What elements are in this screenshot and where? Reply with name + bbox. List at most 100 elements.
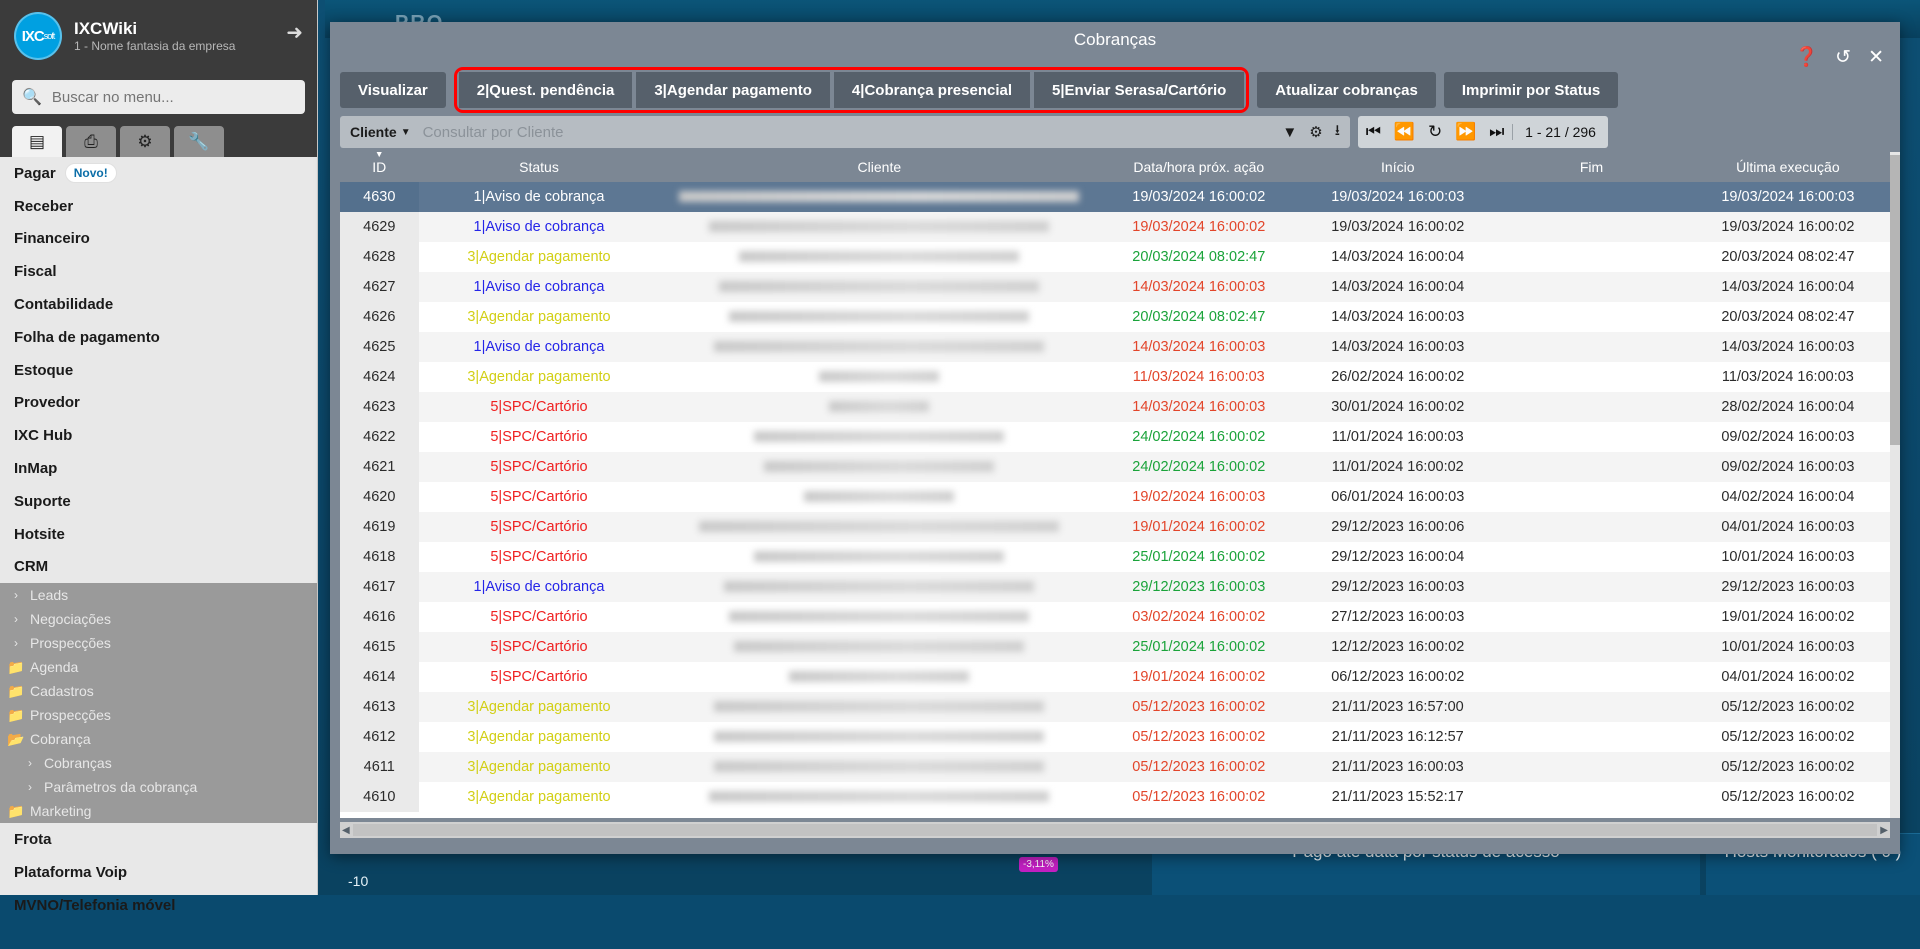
first-page-button[interactable]: ⏮ <box>1358 122 1389 142</box>
cell-status-text: 3|Agendar pagamento <box>467 369 610 385</box>
table-row[interactable]: 46205|SPC/Cartório19/02/2024 16:00:0306/… <box>340 482 1890 512</box>
submenu-item-par-metros-da-cobran-a[interactable]: ›Parâmetros da cobrança <box>0 775 317 799</box>
table-row[interactable]: 46283|Agendar pagamento20/03/2024 08:02:… <box>340 242 1890 272</box>
close-icon[interactable]: ✕ <box>1868 48 1884 67</box>
next-page-button[interactable]: ⏩ <box>1450 122 1481 142</box>
submenu-item-prospec-es[interactable]: ›Prospecções <box>0 631 317 655</box>
filter-field-group[interactable]: Cliente ▼ Consultar por Cliente ▼ ⚙ ⭳ <box>340 116 1350 148</box>
table-row[interactable]: 46195|SPC/Cartório19/01/2024 16:00:0229/… <box>340 512 1890 542</box>
table-row[interactable]: 46165|SPC/Cartório03/02/2024 16:00:0227/… <box>340 602 1890 632</box>
scroll-left-arrow-icon[interactable]: ◀ <box>342 825 350 836</box>
prev-page-button[interactable]: ⏪ <box>1389 122 1420 142</box>
sidebar-item-receber[interactable]: Receber <box>0 190 317 223</box>
sidebar-item-ixc-hub[interactable]: IXC Hub <box>0 419 317 452</box>
gear-icon[interactable]: ⚙ <box>1309 123 1322 141</box>
submenu-item-leads[interactable]: ›Leads <box>0 583 317 607</box>
table-row[interactable]: 46145|SPC/Cartório19/01/2024 16:00:0206/… <box>340 662 1890 692</box>
visualizar-button[interactable]: Visualizar <box>340 72 446 108</box>
table-row[interactable]: 46113|Agendar pagamento05/12/2023 16:00:… <box>340 752 1890 782</box>
filter-search-input[interactable]: Consultar por Cliente <box>423 124 1271 141</box>
column-header-data-hora-pr-x-a-o[interactable]: Data/hora próx. ação <box>1099 152 1298 182</box>
scroll-right-arrow-icon[interactable]: ▶ <box>1880 825 1888 836</box>
column-header-cliente[interactable]: Cliente <box>659 152 1099 182</box>
table-row[interactable]: 46243|Agendar pagamento11/03/2024 16:00:… <box>340 362 1890 392</box>
vertical-scrollbar-thumb[interactable] <box>1890 155 1900 445</box>
table-row[interactable]: 46133|Agendar pagamento05/12/2023 16:00:… <box>340 692 1890 722</box>
help-icon[interactable]: ❓ <box>1794 48 1818 67</box>
table-row[interactable]: 46103|Agendar pagamento05/12/2023 16:00:… <box>340 782 1890 812</box>
table-row[interactable]: 46123|Agendar pagamento05/12/2023 16:00:… <box>340 722 1890 752</box>
history-icon[interactable]: ↺ <box>1835 48 1851 67</box>
last-page-button[interactable]: ⏭ <box>1481 122 1512 142</box>
sidebar-item-hotsite[interactable]: Hotsite <box>0 518 317 551</box>
sidebar-item-pagar[interactable]: PagarNovo! <box>0 157 317 190</box>
sidebar-item-plataforma-voip[interactable]: Plataforma Voip <box>0 856 317 889</box>
sidebar-item-provedor[interactable]: Provedor <box>0 387 317 420</box>
filter-field-caret-icon[interactable]: ▼ <box>401 127 411 138</box>
submenu-item-agenda[interactable]: 📁Agenda <box>0 655 317 679</box>
cell-fim <box>1497 242 1686 272</box>
submenu-item-marketing[interactable]: 📁Marketing <box>0 799 317 823</box>
horizontal-scrollbar-track[interactable] <box>353 824 1878 836</box>
dialog-toolbar: Visualizar 2|Quest. pendência 3|Agendar … <box>340 70 1890 110</box>
table-row[interactable]: 46155|SPC/Cartório25/01/2024 16:00:0212/… <box>340 632 1890 662</box>
sidebar-item-financeiro[interactable]: Financeiro <box>0 223 317 256</box>
table-row[interactable]: 46251|Aviso de cobrança14/03/2024 16:00:… <box>340 332 1890 362</box>
search-input[interactable] <box>50 88 295 107</box>
logout-icon[interactable]: ➜ <box>286 20 303 45</box>
submenu-item-cobran-as[interactable]: ›Cobranças <box>0 751 317 775</box>
table-row[interactable]: 46171|Aviso de cobrança29/12/2023 16:00:… <box>340 572 1890 602</box>
submenu-item-cadastros[interactable]: 📁Cadastros <box>0 679 317 703</box>
sidebar-item-fiscal[interactable]: Fiscal <box>0 255 317 288</box>
table-row[interactable]: 46291|Aviso de cobrança19/03/2024 16:00:… <box>340 212 1890 242</box>
sidebar-item-estoque[interactable]: Estoque <box>0 354 317 387</box>
status-action-5-button[interactable]: 5|Enviar Serasa/Cartório <box>1034 72 1244 108</box>
submenu-item-negocia-es[interactable]: ›Negociações <box>0 607 317 631</box>
chevron-down-icon[interactable]: ▼ <box>1282 124 1297 141</box>
download-icon[interactable]: ⭳ <box>1335 120 1340 145</box>
status-action-3-button[interactable]: 3|Agendar pagamento <box>636 72 830 108</box>
cell-fim <box>1497 332 1686 362</box>
sidebar-item-folha-de-pagamento[interactable]: Folha de pagamento <box>0 321 317 354</box>
cell-id-text: 4625 <box>363 339 395 355</box>
table-row[interactable]: 46263|Agendar pagamento20/03/2024 08:02:… <box>340 302 1890 332</box>
column-header-fim[interactable]: Fim <box>1497 152 1686 182</box>
horizontal-scrollbar[interactable]: ◀ ▶ <box>340 822 1890 838</box>
vertical-scrollbar[interactable] <box>1890 152 1900 818</box>
status-action-4-button[interactable]: 4|Cobrança presencial <box>834 72 1030 108</box>
refresh-button[interactable]: ↻ <box>1420 122 1451 142</box>
tab-settings[interactable]: ⚙ <box>120 126 170 157</box>
column-header--ltima-execu-o[interactable]: Última execução <box>1686 152 1890 182</box>
sidebar-item-crm[interactable]: CRM <box>0 551 317 584</box>
column-header-status[interactable]: Status <box>419 152 660 182</box>
tab-menu[interactable]: ▤ <box>12 126 62 157</box>
tab-print[interactable]: ⎙ <box>66 126 116 157</box>
status-action-2-button[interactable]: 2|Quest. pendência <box>459 72 633 108</box>
search-box[interactable]: 🔍 <box>12 80 305 114</box>
table-row[interactable]: 46301|Aviso de cobrança19/03/2024 16:00:… <box>340 182 1890 212</box>
submenu-item-label: Prospecções <box>30 707 111 723</box>
table-row[interactable]: 46225|SPC/Cartório24/02/2024 16:00:0211/… <box>340 422 1890 452</box>
filter-field-label[interactable]: Cliente <box>350 124 397 140</box>
submenu-item-prospec-es[interactable]: 📁Prospecções <box>0 703 317 727</box>
cell-ultima-execucao-text: 14/03/2024 16:00:04 <box>1721 279 1854 295</box>
table-row[interactable]: 46235|SPC/Cartório14/03/2024 16:00:0330/… <box>340 392 1890 422</box>
pagination-group: ⏮ ⏪ ↻ ⏩ ⏭ 1 - 21 / 296 <box>1358 116 1608 148</box>
sidebar-item-contabilidade[interactable]: Contabilidade <box>0 288 317 321</box>
table-row[interactable]: 46271|Aviso de cobrança14/03/2024 16:00:… <box>340 272 1890 302</box>
sidebar-item-frota[interactable]: Frota <box>0 823 317 856</box>
tab-tools[interactable]: 🔧 <box>174 126 224 157</box>
column-header-id[interactable]: ID <box>340 152 419 182</box>
table-row[interactable]: 46185|SPC/Cartório25/01/2024 16:00:0229/… <box>340 542 1890 572</box>
imprimir-por-status-button[interactable]: Imprimir por Status <box>1444 72 1618 108</box>
table-row[interactable]: 46215|SPC/Cartório24/02/2024 16:00:0211/… <box>340 452 1890 482</box>
atualizar-cobrancas-button[interactable]: Atualizar cobranças <box>1257 72 1436 108</box>
column-header-in-cio[interactable]: Início <box>1298 152 1497 182</box>
cell-status: 3|Agendar pagamento <box>419 722 660 752</box>
cobrancas-table-wrap[interactable]: IDStatusClienteData/hora próx. açãoIníci… <box>340 152 1890 818</box>
sidebar-item-suporte[interactable]: Suporte <box>0 485 317 518</box>
sidebar-item-inmap[interactable]: InMap <box>0 452 317 485</box>
cell-fim <box>1497 662 1686 692</box>
submenu-item-cobran-a[interactable]: 📂Cobrança <box>0 727 317 751</box>
sidebar-item-mvno-telefonia-m-vel[interactable]: MVNO/Telefonia móvel <box>0 889 317 922</box>
